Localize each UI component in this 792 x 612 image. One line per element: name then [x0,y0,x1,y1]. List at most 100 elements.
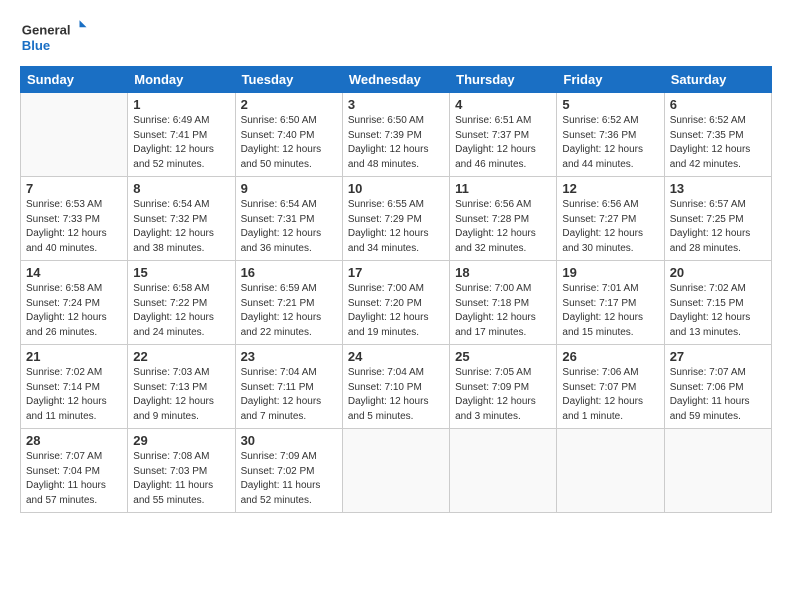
day-number: 21 [26,349,122,364]
col-header-tuesday: Tuesday [235,67,342,93]
day-cell: 4 Sunrise: 6:51 AMSunset: 7:37 PMDaylight… [450,93,557,177]
day-info: Sunrise: 7:02 AMSunset: 7:14 PMDaylight:… [26,366,122,424]
week-row-3: 14 Sunrise: 6:58 AMSunset: 7:24 PMDayligh… [21,261,772,345]
day-info: Sunrise: 6:51 AMSunset: 7:37 PMDaylight:… [455,114,551,172]
week-row-2: 7Sunrise: 6:53 AMSunset: 7:33 PMDaylight… [21,177,772,261]
day-cell: 15 Sunrise: 6:58 AMSunset: 7:22 PMDayligh… [128,261,235,345]
day-info: Sunrise: 7:02 AMSunset: 7:15 PMDaylight:… [670,282,766,340]
day-number: 23 [241,349,337,364]
day-number: 20 [670,265,766,280]
day-number: 22 [133,349,229,364]
day-cell [342,429,449,513]
day-cell: 12 Sunrise: 6:56 AMSunset: 7:27 PMDayligh… [557,177,664,261]
day-cell: 30Sunrise: 7:09 AMSunset: 7:02 PMDayligh… [235,429,342,513]
day-number: 6 [670,97,766,112]
day-number: 13 [670,181,766,196]
week-row-5: 28Sunrise: 7:07 AMSunset: 7:04 PMDayligh… [21,429,772,513]
day-info: Sunrise: 7:05 AMSunset: 7:09 PMDaylight:… [455,366,551,424]
day-info: Sunrise: 7:07 AMSunset: 7:04 PMDaylight:… [26,450,122,508]
day-info: Sunrise: 7:07 AMSunset: 7:06 PMDaylight:… [670,366,766,424]
day-number: 9 [241,181,337,196]
day-info: Sunrise: 6:56 AMSunset: 7:28 PMDaylight:… [455,198,551,256]
logo-svg: General Blue [20,16,90,56]
day-cell: 6 Sunrise: 6:52 AMSunset: 7:35 PMDaylight… [664,93,771,177]
day-cell: 10 Sunrise: 6:55 AMSunset: 7:29 PMDayligh… [342,177,449,261]
day-cell: 23 Sunrise: 7:04 AMSunset: 7:11 PMDayligh… [235,345,342,429]
day-cell: 13Sunrise: 6:57 AMSunset: 7:25 PMDayligh… [664,177,771,261]
day-cell: 11 Sunrise: 6:56 AMSunset: 7:28 PMDayligh… [450,177,557,261]
day-number: 29 [133,433,229,448]
day-cell: 28Sunrise: 7:07 AMSunset: 7:04 PMDayligh… [21,429,128,513]
day-cell: 2Sunrise: 6:50 AMSunset: 7:40 PMDaylight… [235,93,342,177]
day-info: Sunrise: 7:04 AMSunset: 7:11 PMDaylight:… [241,366,337,424]
day-cell: 7Sunrise: 6:53 AMSunset: 7:33 PMDaylight… [21,177,128,261]
day-cell: 25 Sunrise: 7:05 AMSunset: 7:09 PMDayligh… [450,345,557,429]
day-cell: 5 Sunrise: 6:52 AMSunset: 7:36 PMDaylight… [557,93,664,177]
day-info: Sunrise: 6:56 AMSunset: 7:27 PMDaylight:… [562,198,658,256]
day-cell: 27 Sunrise: 7:07 AMSunset: 7:06 PMDayligh… [664,345,771,429]
day-cell [21,93,128,177]
day-number: 10 [348,181,444,196]
day-cell: 17Sunrise: 7:00 AMSunset: 7:20 PMDayligh… [342,261,449,345]
day-info: Sunrise: 6:59 AMSunset: 7:21 PMDaylight:… [241,282,337,340]
day-cell: 22Sunrise: 7:03 AMSunset: 7:13 PMDayligh… [128,345,235,429]
day-cell: 14 Sunrise: 6:58 AMSunset: 7:24 PMDayligh… [21,261,128,345]
day-info: Sunrise: 7:08 AMSunset: 7:03 PMDaylight:… [133,450,229,508]
col-header-wednesday: Wednesday [342,67,449,93]
day-info: Sunrise: 6:50 AMSunset: 7:39 PMDaylight:… [348,114,444,172]
col-header-monday: Monday [128,67,235,93]
week-row-1: 1 Sunrise: 6:49 AMSunset: 7:41 PMDaylight… [21,93,772,177]
day-cell: 20 Sunrise: 7:02 AMSunset: 7:15 PMDayligh… [664,261,771,345]
day-cell [557,429,664,513]
day-number: 14 [26,265,122,280]
day-cell: 9 Sunrise: 6:54 AMSunset: 7:31 PMDaylight… [235,177,342,261]
week-row-4: 21 Sunrise: 7:02 AMSunset: 7:14 PMDayligh… [21,345,772,429]
day-cell: 3 Sunrise: 6:50 AMSunset: 7:39 PMDaylight… [342,93,449,177]
day-info: Sunrise: 6:52 AMSunset: 7:36 PMDaylight:… [562,114,658,172]
day-info: Sunrise: 6:58 AMSunset: 7:22 PMDaylight:… [133,282,229,340]
day-number: 12 [562,181,658,196]
day-cell [664,429,771,513]
day-number: 26 [562,349,658,364]
day-info: Sunrise: 6:58 AMSunset: 7:24 PMDaylight:… [26,282,122,340]
col-header-thursday: Thursday [450,67,557,93]
day-number: 3 [348,97,444,112]
day-cell: 29 Sunrise: 7:08 AMSunset: 7:03 PMDayligh… [128,429,235,513]
day-info: Sunrise: 6:50 AMSunset: 7:40 PMDaylight:… [241,114,337,172]
svg-text:General: General [22,22,71,37]
day-number: 11 [455,181,551,196]
day-info: Sunrise: 6:52 AMSunset: 7:35 PMDaylight:… [670,114,766,172]
day-number: 25 [455,349,551,364]
day-cell: 18 Sunrise: 7:00 AMSunset: 7:18 PMDayligh… [450,261,557,345]
col-header-sunday: Sunday [21,67,128,93]
calendar: SundayMondayTuesdayWednesdayThursdayFrid… [20,66,772,513]
day-number: 27 [670,349,766,364]
day-number: 4 [455,97,551,112]
day-cell: 21 Sunrise: 7:02 AMSunset: 7:14 PMDayligh… [21,345,128,429]
day-number: 16 [241,265,337,280]
day-cell: 8Sunrise: 6:54 AMSunset: 7:32 PMDaylight… [128,177,235,261]
day-number: 8 [133,181,229,196]
day-info: Sunrise: 6:54 AMSunset: 7:31 PMDaylight:… [241,198,337,256]
day-cell: 19 Sunrise: 7:01 AMSunset: 7:17 PMDayligh… [557,261,664,345]
day-cell: 24Sunrise: 7:04 AMSunset: 7:10 PMDayligh… [342,345,449,429]
day-number: 18 [455,265,551,280]
day-info: Sunrise: 6:49 AMSunset: 7:41 PMDaylight:… [133,114,229,172]
header: General Blue [20,16,772,56]
day-info: Sunrise: 7:04 AMSunset: 7:10 PMDaylight:… [348,366,444,424]
day-number: 5 [562,97,658,112]
day-number: 17 [348,265,444,280]
col-header-saturday: Saturday [664,67,771,93]
day-number: 15 [133,265,229,280]
day-number: 30 [241,433,337,448]
day-info: Sunrise: 6:55 AMSunset: 7:29 PMDaylight:… [348,198,444,256]
day-number: 1 [133,97,229,112]
col-header-friday: Friday [557,67,664,93]
day-number: 19 [562,265,658,280]
day-info: Sunrise: 7:00 AMSunset: 7:18 PMDaylight:… [455,282,551,340]
logo: General Blue [20,16,90,56]
day-info: Sunrise: 7:01 AMSunset: 7:17 PMDaylight:… [562,282,658,340]
day-cell [450,429,557,513]
day-info: Sunrise: 7:06 AMSunset: 7:07 PMDaylight:… [562,366,658,424]
page: General Blue SundayMondayTuesdayWednesda… [0,0,792,529]
